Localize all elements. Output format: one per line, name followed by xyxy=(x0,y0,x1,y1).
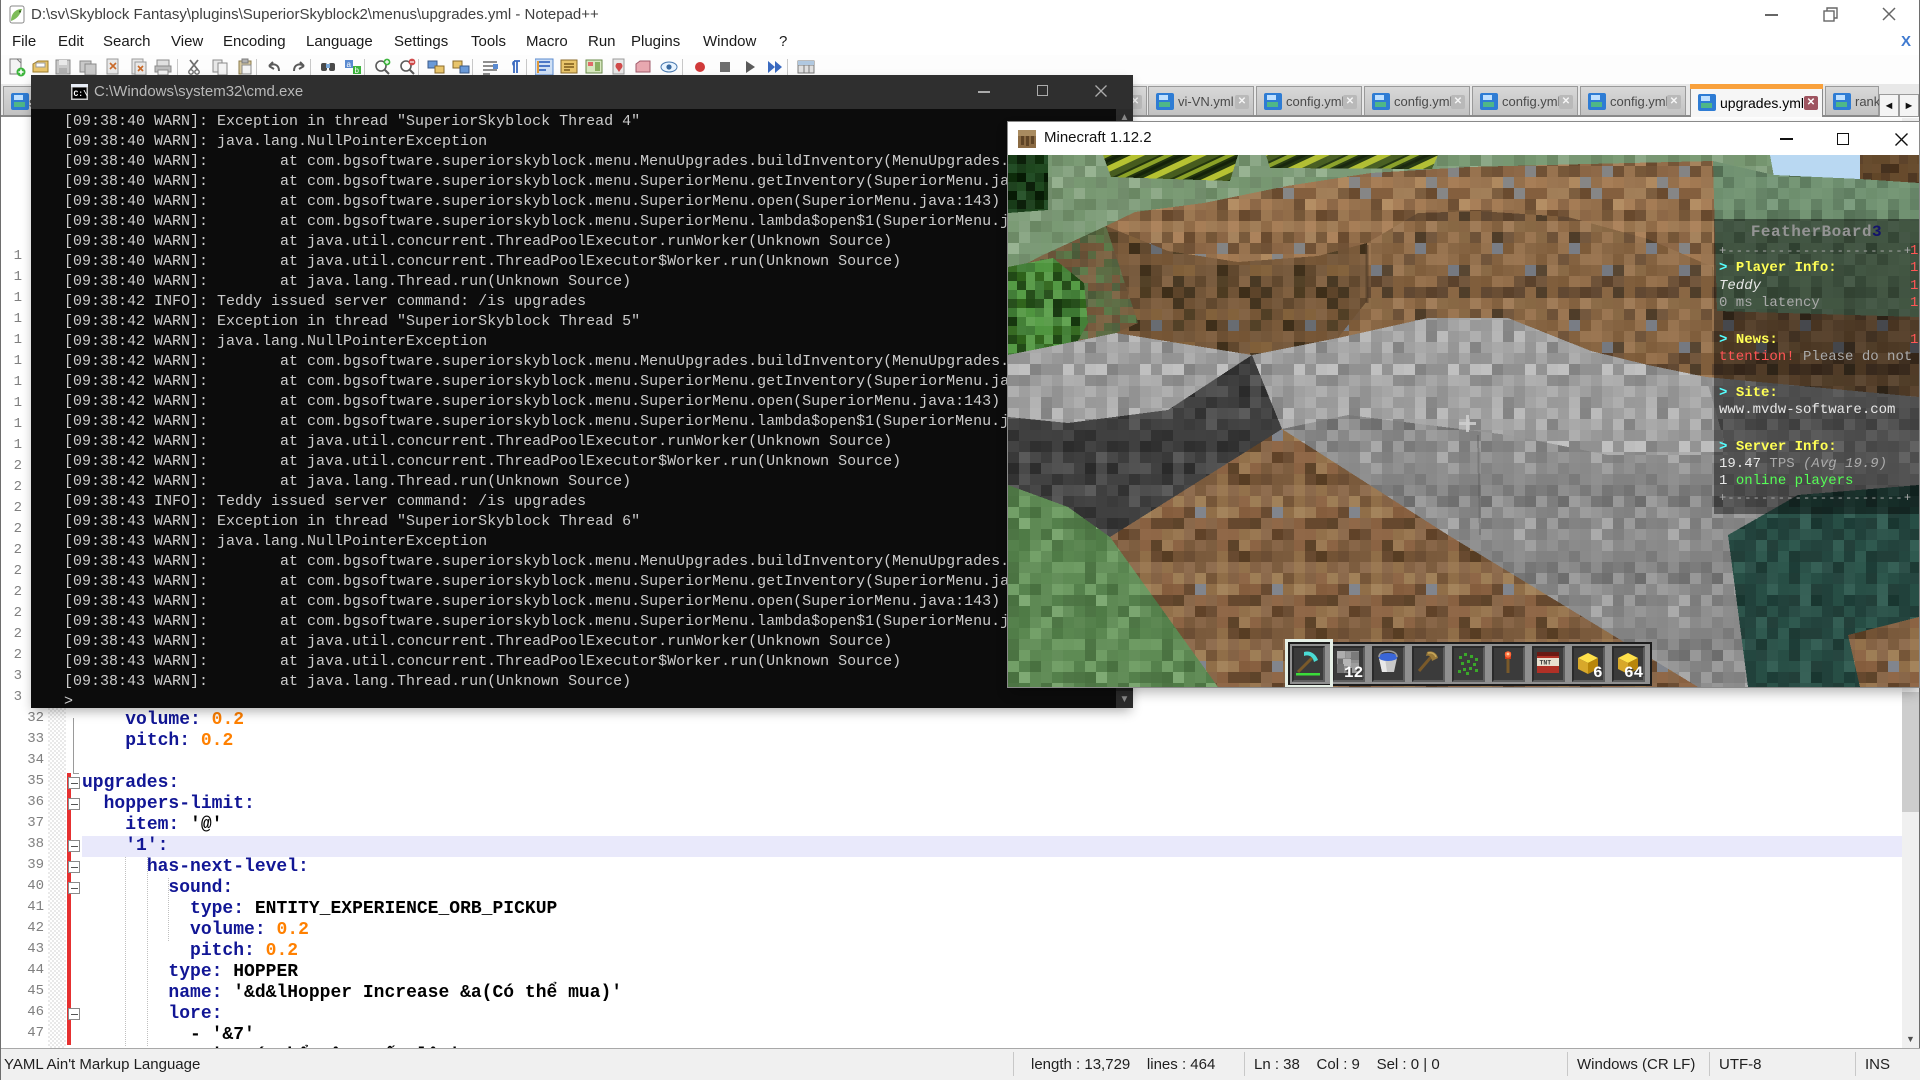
svg-text:b: b xyxy=(355,66,360,75)
svg-text:TNT: TNT xyxy=(1540,660,1552,667)
svg-text:C:\: C:\ xyxy=(74,90,89,99)
svg-text:a: a xyxy=(347,60,352,69)
